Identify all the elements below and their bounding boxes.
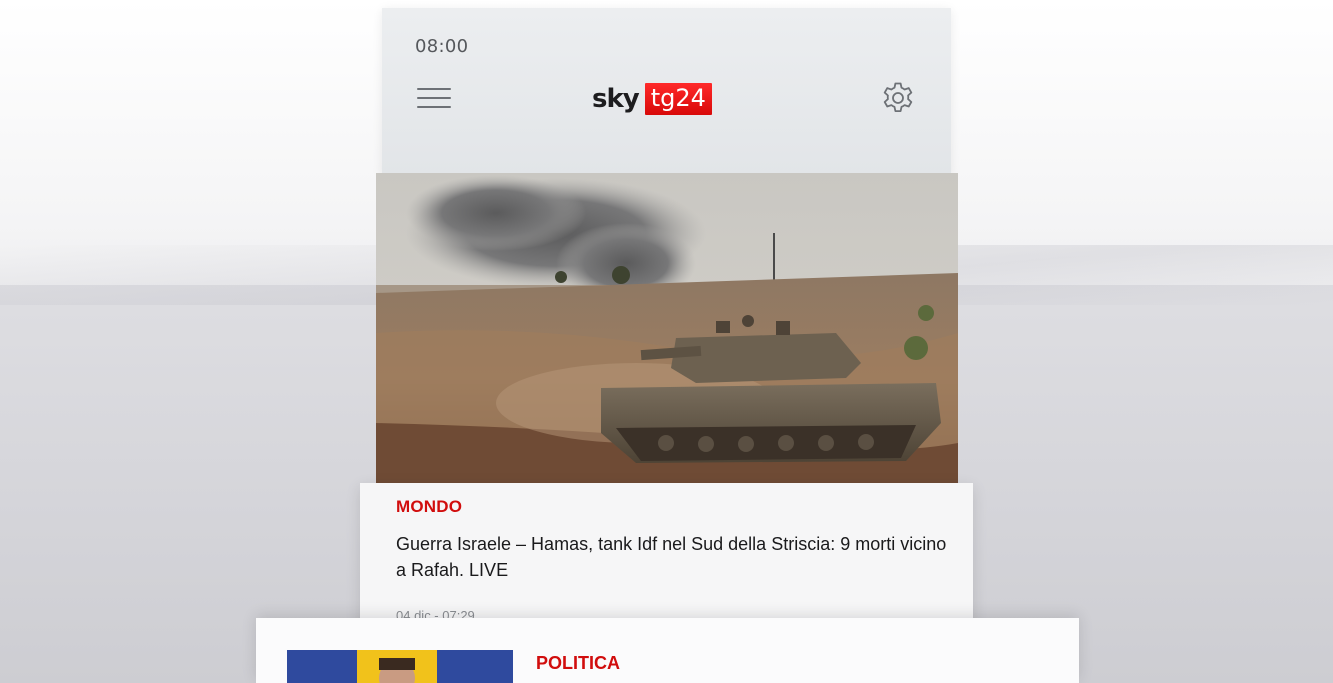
gear-icon[interactable] [880,80,916,116]
sky-tg24-logo[interactable]: sky tg24 [592,82,712,116]
app-header: 08:00 sky tg24 [382,8,951,175]
article-hero-image[interactable] [376,173,958,485]
status-time: 08:00 [415,36,469,57]
logo-sky-text: sky [592,84,640,114]
hamburger-icon[interactable] [417,86,451,110]
article-category[interactable]: MONDO [396,497,462,517]
logo-tg24-text: tg24 [644,83,712,115]
next-article-category[interactable]: POLITICA [536,653,620,674]
next-article-thumbnail[interactable] [287,650,513,683]
next-article-card[interactable]: POLITICA [256,618,1079,683]
article-headline[interactable]: Guerra Israele – Hamas, tank Idf nel Sud… [396,531,956,583]
